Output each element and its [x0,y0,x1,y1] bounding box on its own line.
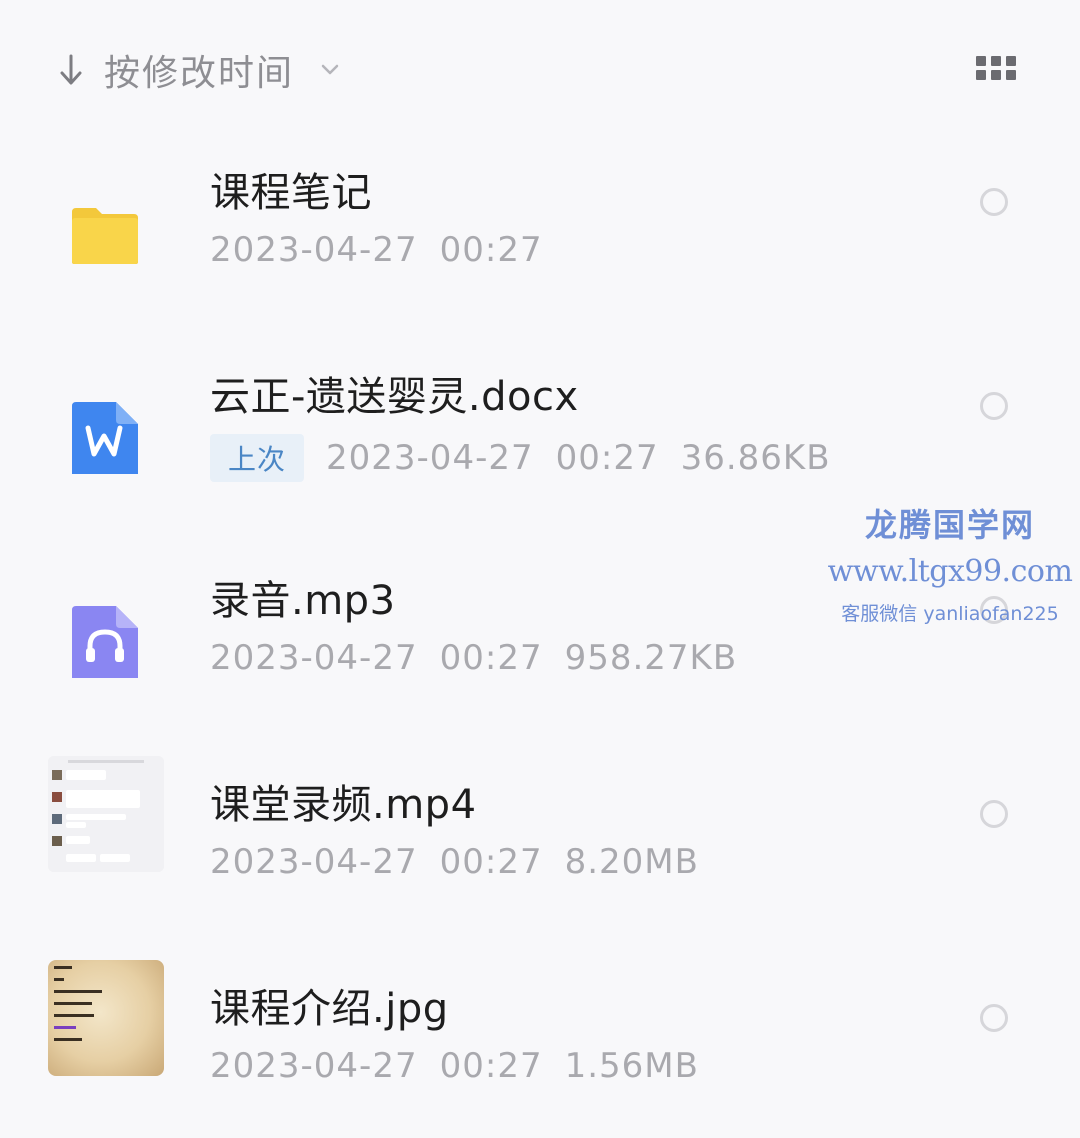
grid-cell [1006,56,1016,66]
grid-cell [991,56,1001,66]
image-thumbnail [48,960,164,1076]
file-name: 课程笔记 [210,170,372,216]
file-meta: 2023-04-27 00:27 958.27KB [210,638,737,678]
file-date: 2023-04-27 [210,842,418,882]
chevron-down-icon [321,64,339,75]
grid-view-icon[interactable] [976,56,1016,80]
sort-label: 按修改时间 [104,53,295,94]
file-time: 00:27 [439,1046,543,1086]
file-meta: 上次 2023-04-27 00:27 36.86KB [210,434,831,482]
video-thumbnail [48,756,164,872]
file-name: 云正-遗送婴灵.docx [210,374,579,420]
file-row-docx[interactable]: 云正-遗送婴灵.docx 上次 2023-04-27 00:27 36.86KB [0,322,1080,526]
select-radio[interactable] [980,800,1008,828]
file-size: 958.27KB [564,638,738,678]
select-radio[interactable] [980,1004,1008,1032]
file-name: 录音.mp3 [210,578,396,624]
select-radio[interactable] [980,392,1008,420]
file-time: 00:27 [439,842,543,882]
file-name: 课堂录频.mp4 [210,782,477,828]
file-row-mp3[interactable]: 录音.mp3 2023-04-27 00:27 958.27KB [0,526,1080,730]
grid-cell [976,56,986,66]
grid-cell [976,70,986,80]
file-date: 2023-04-27 [210,1046,418,1086]
last-opened-badge: 上次 [210,434,305,482]
arrow-down-icon [60,54,82,85]
audio-headphones-icon [72,606,138,678]
file-meta: 2023-04-27 00:27 1.56MB [210,1046,699,1086]
select-radio[interactable] [980,596,1008,624]
file-date: 2023-04-27 [326,438,534,478]
file-meta: 2023-04-27 00:27 [210,230,543,270]
folder-icon [72,208,138,264]
select-radio[interactable] [980,188,1008,216]
file-row-folder[interactable]: 课程笔记 2023-04-27 00:27 [0,118,1080,322]
file-time: 00:27 [555,438,659,478]
sort-selector[interactable]: 按修改时间 [56,40,342,100]
file-size: 8.20MB [564,842,699,882]
file-meta: 2023-04-27 00:27 8.20MB [210,842,699,882]
grid-cell [1006,70,1016,80]
file-size: 1.56MB [564,1046,699,1086]
file-date: 2023-04-27 [210,638,418,678]
file-time: 00:27 [439,638,543,678]
file-name: 课程介绍.jpg [210,986,449,1032]
file-time: 00:27 [439,230,543,270]
grid-cell [991,70,1001,80]
file-date: 2023-04-27 [210,230,418,270]
word-doc-icon [72,402,138,474]
file-size: 36.86KB [680,438,831,478]
